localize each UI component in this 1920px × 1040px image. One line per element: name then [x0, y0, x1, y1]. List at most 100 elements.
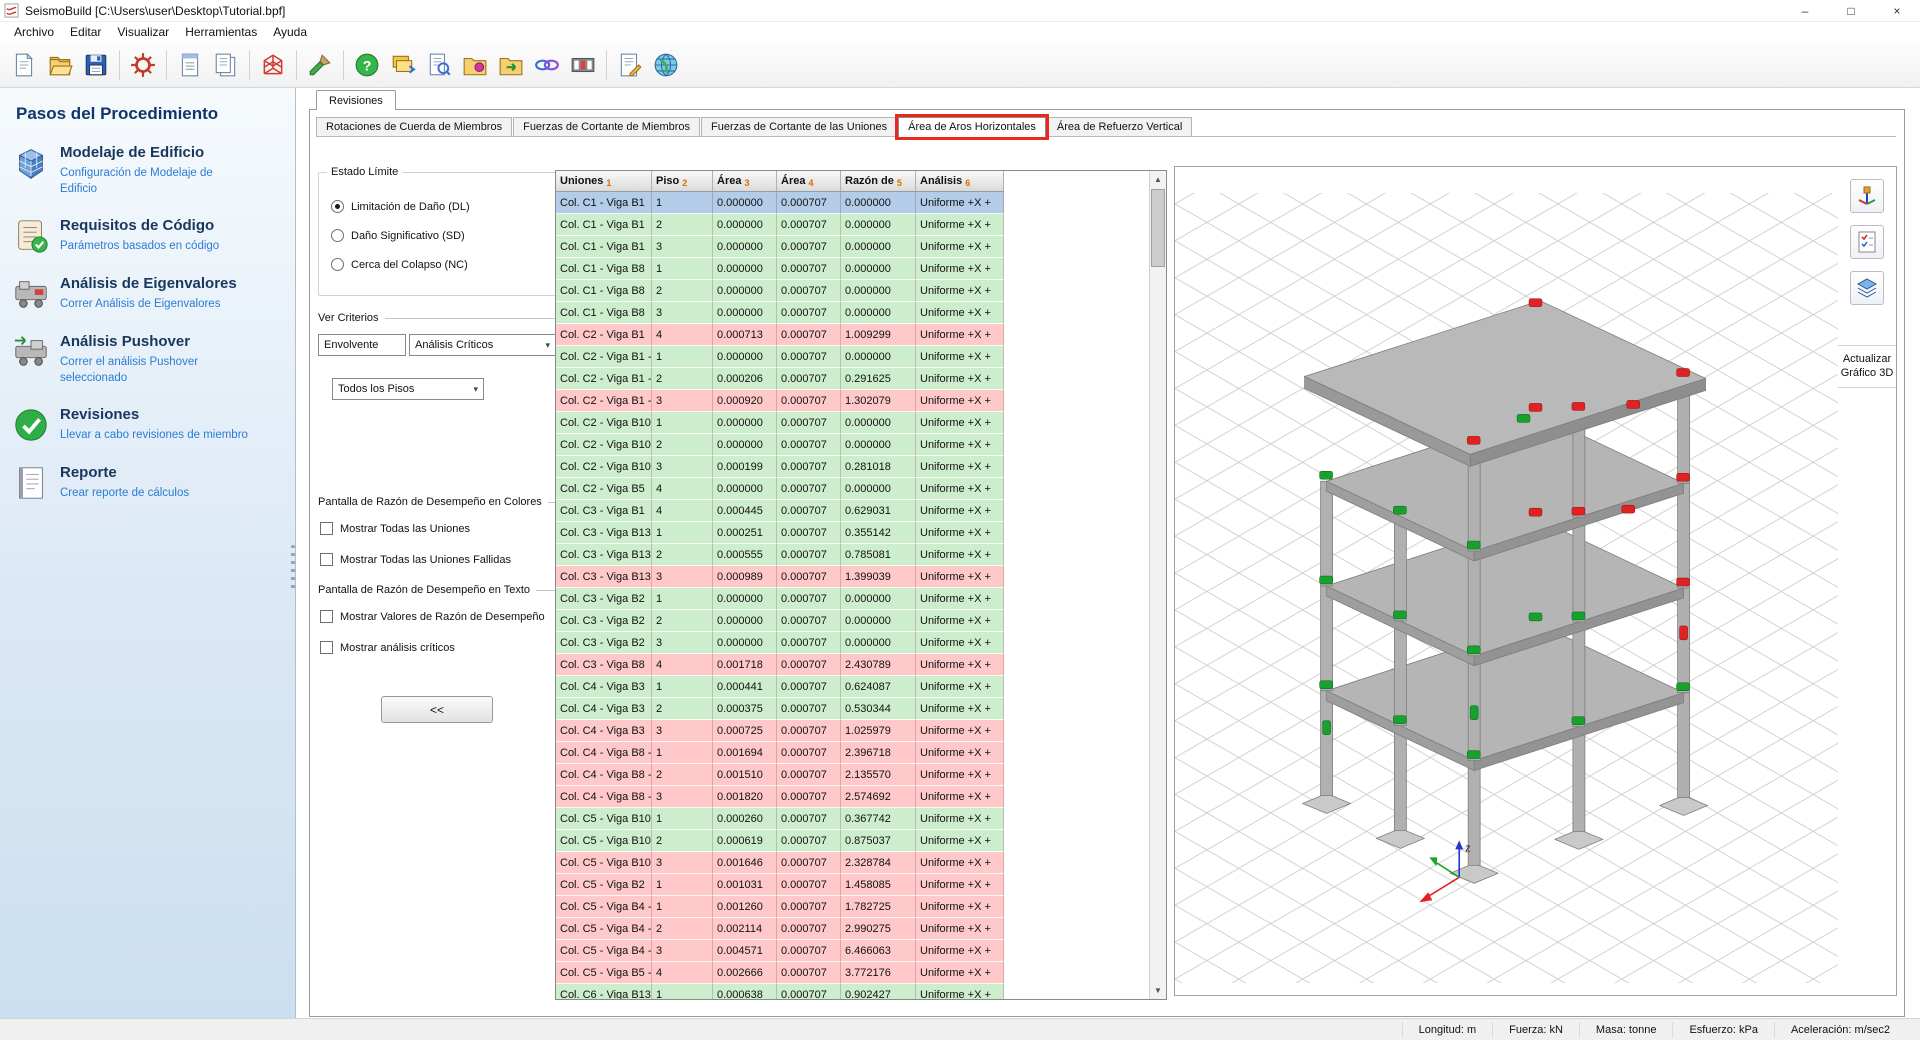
table-row[interactable]: Col. C1 - Viga B1 2 0.000000 0.000707 0.0000… [556, 214, 1004, 236]
step-subtitle[interactable]: Correr Análisis de Eigenvalores [60, 297, 237, 313]
new-project-button[interactable] [7, 48, 41, 82]
scroll-up-icon[interactable]: ▲ [1150, 171, 1166, 188]
sidebar-step-2[interactable]: Requisitos de Código Parámetros basados e… [0, 207, 295, 265]
step-subtitle[interactable]: Parámetros basados en código [60, 239, 219, 255]
table-row[interactable]: Col. C3 - Viga B8 4 0.001718 0.000707 2.4307… [556, 654, 1004, 676]
maximize-button[interactable]: □ [1828, 0, 1874, 21]
table-row[interactable]: Col. C4 - Viga B3 3 0.000725 0.000707 1.0259… [556, 720, 1004, 742]
sidebar-step-6[interactable]: Reporte Crear reporte de cálculos [0, 454, 295, 512]
table-row[interactable]: Col. C1 - Viga B8 3 0.000000 0.000707 0.0000… [556, 302, 1004, 324]
step-title[interactable]: Análisis de Eigenvalores [60, 275, 237, 292]
column-header-3[interactable]: Área 3 [713, 171, 777, 191]
table-row[interactable]: Col. C3 - Viga B13 2 0.000555 0.000707 0.785… [556, 544, 1004, 566]
table-row[interactable]: Col. C3 - Viga B2 2 0.000000 0.000707 0.0000… [556, 610, 1004, 632]
table-row[interactable]: Col. C5 - Viga B10 -1 0.000260 0.000707 0.3… [556, 808, 1004, 830]
table-row[interactable]: Col. C4 - Viga B8 -1 0.001694 0.000707 2.39… [556, 742, 1004, 764]
menu-archivo[interactable]: Archivo [6, 23, 62, 41]
radio-indicator[interactable] [331, 258, 344, 271]
radio-indicator[interactable] [331, 229, 344, 242]
help-button[interactable]: ? [350, 48, 384, 82]
column-header-6[interactable]: Análisis 6 [916, 171, 1004, 191]
verify-list-button[interactable] [1850, 225, 1884, 259]
column-header-5[interactable]: Razón de 5 [841, 171, 916, 191]
collapse-panel-button[interactable]: << [381, 696, 493, 723]
axes-3d-button[interactable] [1850, 179, 1884, 213]
step-title[interactable]: Reporte [60, 464, 189, 481]
checkbox-indicator[interactable] [320, 610, 333, 623]
minimize-button[interactable]: – [1782, 0, 1828, 21]
table-row[interactable]: Col. C4 - Viga B3 2 0.000375 0.000707 0.5303… [556, 698, 1004, 720]
sidebar-step-3[interactable]: Análisis de Eigenvalores Correr Análisis … [0, 265, 295, 323]
edit-report-button[interactable] [613, 48, 647, 82]
table-row[interactable]: Col. C2 - Viga B1 -2 0.000206 0.000707 0.29… [556, 368, 1004, 390]
checkbox-row[interactable]: Mostrar análisis críticos [320, 641, 556, 654]
web-button[interactable] [649, 48, 683, 82]
subtab-4[interactable]: Área de Aros Horizontales [895, 114, 1049, 140]
table-row[interactable]: Col. C5 - Viga B4 -2 0.002114 0.000707 2.99… [556, 918, 1004, 940]
step-subtitle[interactable]: Crear reporte de cálculos [60, 486, 189, 502]
envolvente-combo[interactable]: Envolvente [318, 334, 406, 356]
checkbox-indicator[interactable] [320, 522, 333, 535]
radio-indicator[interactable] [331, 200, 344, 213]
animation-button[interactable] [566, 48, 600, 82]
scroll-down-icon[interactable]: ▼ [1150, 982, 1166, 999]
table-row[interactable]: Col. C1 - Viga B8 2 0.000000 0.000707 0.0000… [556, 280, 1004, 302]
verify-doc-button[interactable] [422, 48, 456, 82]
update-3d-button[interactable]: Actualizar Gráfico 3D [1838, 345, 1896, 388]
step-title[interactable]: Requisitos de Código [60, 217, 219, 234]
structure-model-button[interactable] [256, 48, 290, 82]
sidebar-splitter[interactable] [291, 545, 295, 589]
table-row[interactable]: Col. C5 - Viga B10 -3 0.001646 0.000707 2.3… [556, 852, 1004, 874]
table-row[interactable]: Col. C5 - Viga B4 -3 0.004571 0.000707 6.46… [556, 940, 1004, 962]
table-row[interactable]: Col. C2 - Viga B1 4 0.000713 0.000707 1.0092… [556, 324, 1004, 346]
batch-button[interactable] [386, 48, 420, 82]
sidebar-step-4[interactable]: Análisis Pushover Correr el análisis Push… [0, 323, 295, 396]
analisis-criticos-combo[interactable]: Análisis Críticos ▾ [409, 334, 556, 356]
limit-state-option-1[interactable]: Limitación de Daño (DL) [331, 200, 547, 213]
folder-export-button[interactable] [494, 48, 528, 82]
table-row[interactable]: Col. C5 - Viga B10 -2 0.000619 0.000707 0.8… [556, 830, 1004, 852]
table-row[interactable]: Col. C2 - Viga B1 -1 0.000000 0.000707 0.00… [556, 346, 1004, 368]
table-row[interactable]: Col. C4 - Viga B8 -2 0.001510 0.000707 2.13… [556, 764, 1004, 786]
step-subtitle[interactable]: Configuración de Modelaje de Edificio [60, 166, 250, 197]
menu-herramientas[interactable]: Herramientas [177, 23, 265, 41]
table-row[interactable]: Col. C2 - Viga B10 2 0.000000 0.000707 0.000… [556, 434, 1004, 456]
close-button[interactable]: × [1874, 0, 1920, 21]
column-header-1[interactable]: Uniones 1 [556, 171, 652, 191]
table-row[interactable]: Col. C1 - Viga B1 3 0.000000 0.000707 0.0000… [556, 236, 1004, 258]
table-row[interactable]: Col. C3 - Viga B13 1 0.000251 0.000707 0.355… [556, 522, 1004, 544]
table-row[interactable]: Col. C5 - Viga B4 -1 0.001260 0.000707 1.78… [556, 896, 1004, 918]
step-subtitle[interactable]: Llevar a cabo revisiones de miembro [60, 428, 248, 444]
checkbox-row[interactable]: Mostrar Valores de Razón de Desempeño [320, 610, 556, 623]
menu-ayuda[interactable]: Ayuda [265, 23, 315, 41]
table-row[interactable]: Col. C3 - Viga B2 1 0.000000 0.000707 0.0000… [556, 588, 1004, 610]
table-row[interactable]: Col. C3 - Viga B2 3 0.000000 0.000707 0.0000… [556, 632, 1004, 654]
subtab-1[interactable]: Rotaciones de Cuerda de Miembros [316, 117, 513, 136]
links-button[interactable] [530, 48, 564, 82]
table-row[interactable]: Col. C6 - Viga B13 -1 0.000638 0.000707 0.9… [556, 984, 1004, 999]
table-scrollbar[interactable]: ▲ ▼ [1149, 171, 1166, 999]
table-row[interactable]: Col. C2 - Viga B5 4 0.000000 0.000707 0.0000… [556, 478, 1004, 500]
copy-button[interactable] [209, 48, 243, 82]
menu-visualizar[interactable]: Visualizar [109, 23, 177, 41]
step-subtitle[interactable]: Correr el análisis Pushover seleccionado [60, 355, 250, 386]
table-row[interactable]: Col. C1 - Viga B8 1 0.000000 0.000707 0.0000… [556, 258, 1004, 280]
table-row[interactable]: Col. C3 - Viga B1 4 0.000445 0.000707 0.6290… [556, 500, 1004, 522]
pisos-combo[interactable]: Todos los Pisos ▾ [332, 378, 484, 400]
model-3d-viewport[interactable]: z Actualizar Gráfico 3D [1174, 166, 1897, 996]
layers-button[interactable] [1850, 271, 1884, 305]
checkbox-indicator[interactable] [320, 553, 333, 566]
checkbox-indicator[interactable] [320, 641, 333, 654]
sidebar-step-1[interactable]: Modelaje de Edificio Configuración de Mod… [0, 134, 295, 207]
save-button[interactable] [79, 48, 113, 82]
table-row[interactable]: Col. C5 - Viga B5 -4 0.002666 0.000707 3.77… [556, 962, 1004, 984]
table-row[interactable]: Col. C3 - Viga B13 3 0.000989 0.000707 1.399… [556, 566, 1004, 588]
open-project-button[interactable] [43, 48, 77, 82]
table-row[interactable]: Col. C4 - Viga B8 -3 0.001820 0.000707 2.57… [556, 786, 1004, 808]
step-title[interactable]: Revisiones [60, 406, 248, 423]
checkbox-row[interactable]: Mostrar Todas las Uniones Fallidas [320, 553, 556, 566]
sidebar-step-5[interactable]: Revisiones Llevar a cabo revisiones de mi… [0, 396, 295, 454]
table-row[interactable]: Col. C2 - Viga B1 -3 0.000920 0.000707 1.30… [556, 390, 1004, 412]
subtab-2[interactable]: Fuerzas de Cortante de Miembros [513, 117, 701, 136]
folder-media-button[interactable] [458, 48, 492, 82]
